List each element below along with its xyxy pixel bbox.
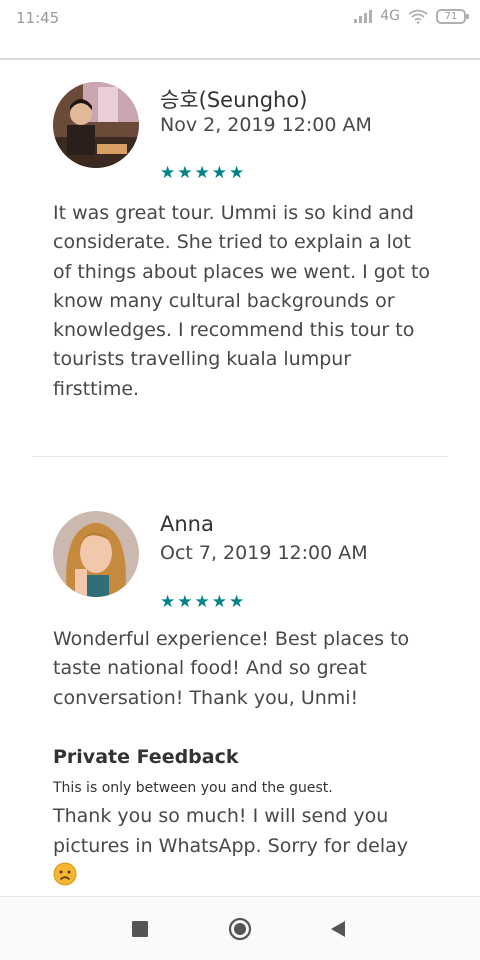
private-feedback-text: Thank you so much! I will send you pictu… — [53, 801, 433, 891]
status-time: 11:45 — [16, 9, 60, 27]
reviews-list[interactable]: 승호(Seungho) Nov 2, 2019 12:00 AM ★ ★ ★ ★… — [0, 62, 480, 896]
signal-icon — [354, 9, 373, 23]
review-text: Wonderful experience! Best places to tas… — [53, 628, 410, 709]
recents-button[interactable] — [128, 917, 152, 941]
star-icon: ★ — [177, 163, 194, 183]
status-bar: 11:45 4G 71 — [0, 0, 480, 60]
star-icon: ★ — [229, 163, 246, 183]
private-feedback-note: This is only between you and the guest. — [53, 780, 333, 796]
star-icon: ★ — [211, 163, 228, 183]
avatar[interactable] — [53, 511, 139, 597]
wifi-icon — [408, 9, 428, 24]
review-date: Nov 2, 2019 12:00 AM — [160, 114, 372, 136]
review-text: It was great tour. Ummi is so kind and c… — [53, 202, 431, 400]
back-triangle-icon — [331, 921, 345, 937]
reviewer-name: 승호(Seungho) — [160, 88, 308, 112]
navigation-bar — [0, 896, 480, 960]
sad-face-icon — [53, 862, 77, 886]
star-icon: ★ — [177, 592, 194, 612]
status-icons: 4G 71 — [354, 8, 469, 24]
star-icon: ★ — [194, 592, 211, 612]
private-feedback-title: Private Feedback — [53, 746, 239, 768]
network-type: 4G — [380, 8, 400, 24]
review-item: Anna Oct 7, 2019 12:00 AM ★ ★ ★ ★ ★ Wond… — [0, 457, 480, 896]
battery-icon: 71 — [436, 8, 469, 24]
star-icon: ★ — [211, 592, 228, 612]
back-button[interactable] — [326, 917, 350, 941]
circle-icon — [228, 917, 252, 941]
star-icon: ★ — [229, 592, 246, 612]
star-rating: ★ ★ ★ ★ ★ — [160, 592, 245, 612]
square-icon — [132, 921, 148, 937]
star-icon: ★ — [160, 163, 177, 183]
star-icon: ★ — [194, 163, 211, 183]
reviewer-name: Anna — [160, 512, 214, 536]
private-feedback-message: Thank you so much! I will send you pictu… — [53, 805, 409, 857]
avatar[interactable] — [53, 82, 139, 168]
home-button[interactable] — [228, 917, 252, 941]
review-item: 승호(Seungho) Nov 2, 2019 12:00 AM ★ ★ ★ ★… — [0, 62, 480, 457]
star-rating: ★ ★ ★ ★ ★ — [160, 163, 245, 183]
review-date: Oct 7, 2019 12:00 AM — [160, 542, 368, 564]
star-icon: ★ — [160, 592, 177, 612]
